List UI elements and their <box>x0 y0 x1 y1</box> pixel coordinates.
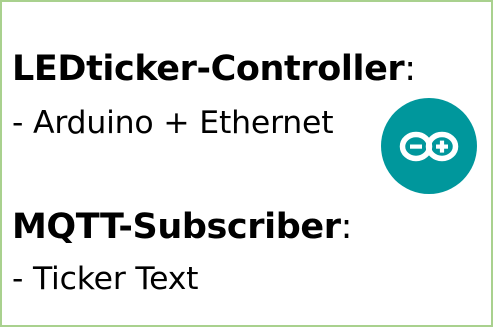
section-heading-ledticker: LEDticker-Controller: <box>12 52 416 87</box>
bullet-item-ticker: - Ticker Text <box>12 261 199 297</box>
section-title: LEDticker-Controller <box>12 49 405 89</box>
arduino-logo-icon <box>381 98 477 194</box>
text-box: LEDticker-Controller: - Arduino + Ethern… <box>0 0 493 327</box>
section-title-colon: : <box>340 207 353 247</box>
section-heading-mqtt: MQTT-Subscriber: <box>12 210 352 245</box>
section-title-colon: : <box>404 49 416 89</box>
section-title: MQTT-Subscriber <box>12 207 341 247</box>
arduino-plus-sign-v <box>439 140 445 153</box>
arduino-minus-sign <box>410 144 422 149</box>
bullet-item-arduino: - Arduino + Ethernet <box>12 105 334 141</box>
